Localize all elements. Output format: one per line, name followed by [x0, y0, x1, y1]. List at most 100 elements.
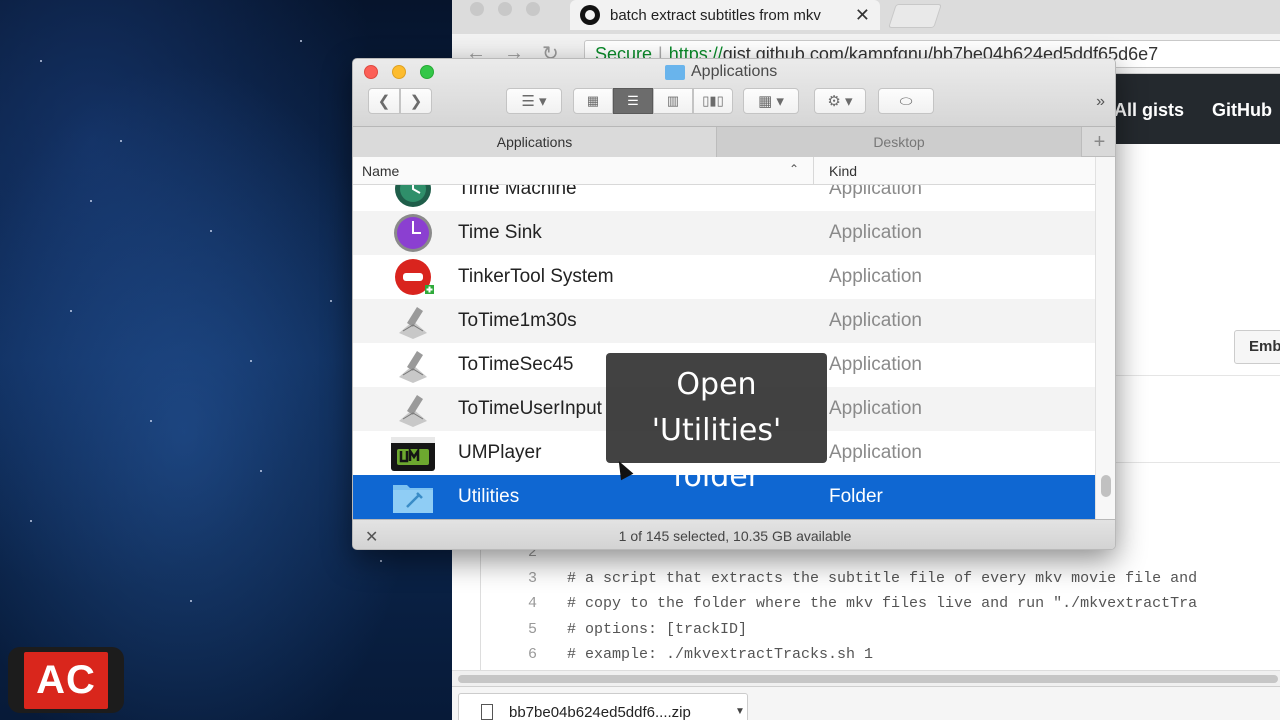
- column-name-header[interactable]: Name: [362, 163, 399, 179]
- all-gists-link[interactable]: All gists: [1114, 100, 1184, 121]
- item-kind: Application: [829, 354, 922, 375]
- chevron-down-icon[interactable]: ▼: [735, 706, 745, 717]
- code-text: # example: ./mkvextractTracks.sh 1: [567, 646, 874, 663]
- line-number: 3: [527, 570, 537, 587]
- list-item[interactable]: Time Machine Application: [353, 185, 1095, 211]
- time-machine-icon: [395, 185, 431, 207]
- automator-app-icon: [399, 307, 427, 339]
- list-item[interactable]: Time Sink Application: [353, 211, 1095, 255]
- finder-titlebar: Applications ❮ ❯ ☰ ▾ ▦ ☰ ▥ ▯▮▯ ▦ ▾ ⚙ ▾ ⬭…: [353, 59, 1115, 127]
- caption-line-2: 'Utilities' folder: [651, 413, 782, 494]
- group-button[interactable]: ▦ ▾: [743, 88, 799, 114]
- caption-line-1: Open: [676, 367, 757, 402]
- chevron-right-icon: ❯: [409, 93, 423, 110]
- embed-button[interactable]: Emb: [1234, 330, 1280, 364]
- arrange-button[interactable]: ☰ ▾: [506, 88, 562, 114]
- caption-overlay: Open 'Utilities' folder: [606, 353, 827, 494]
- scrollbar-thumb[interactable]: [1101, 475, 1111, 497]
- list-column-header: Name ⌃ Kind: [353, 157, 1095, 185]
- zoom-button[interactable]: [420, 65, 434, 79]
- line-number: 6: [527, 646, 537, 663]
- tab-close-icon[interactable]: ✕: [855, 5, 870, 26]
- column-view-button[interactable]: ▥: [653, 88, 693, 114]
- gist-divider: [1112, 375, 1280, 376]
- vertical-scrollbar[interactable]: [1095, 157, 1115, 519]
- list-view-button[interactable]: ☰: [613, 88, 653, 114]
- folder-icon: [393, 485, 433, 513]
- list-view-icon: ☰: [627, 93, 639, 108]
- status-bar: ✕ 1 of 145 selected, 10.35 GB available: [353, 519, 1115, 549]
- sort-ascending-icon[interactable]: ⌃: [789, 162, 799, 176]
- tinkertool-icon: [395, 259, 434, 295]
- tab-desktop[interactable]: Desktop: [717, 127, 1081, 157]
- downloads-bar: bb7be04b624ed5ddf6....zip ▼: [452, 686, 1280, 720]
- scrollbar-thumb[interactable]: [458, 675, 1278, 683]
- list-item[interactable]: ToTime1m30s Application: [353, 299, 1095, 343]
- item-name: Utilities: [458, 486, 520, 507]
- forward-button[interactable]: ❯: [400, 88, 432, 114]
- back-button[interactable]: ❮: [368, 88, 400, 114]
- code-line: 4 # copy to the folder where the mkv file…: [481, 595, 1280, 620]
- add-tab-button[interactable]: +: [1081, 127, 1115, 157]
- item-kind: Folder: [829, 486, 883, 507]
- code-text: # options: [trackID]: [567, 621, 748, 638]
- icon-view-button[interactable]: ▦: [573, 88, 613, 114]
- code-line: 3 # a script that extracts the subtitle f…: [481, 570, 1280, 595]
- time-sink-icon: [394, 214, 432, 252]
- toolbar-overflow-icon[interactable]: »: [1096, 93, 1105, 111]
- new-tab-button[interactable]: [888, 4, 942, 28]
- icon-view-icon: ▦: [586, 93, 600, 108]
- automator-app-icon: [399, 351, 427, 383]
- list-item[interactable]: TinkerTool System Application: [353, 255, 1095, 299]
- gist-divider: [1112, 462, 1280, 463]
- tag-icon: ⬭: [899, 92, 913, 110]
- finder-tabbar: Applications Desktop +: [353, 127, 1115, 157]
- column-view-icon: ▥: [666, 93, 680, 108]
- status-text: 1 of 145 selected, 10.35 GB available: [618, 527, 852, 544]
- automator-app-icon: [399, 395, 427, 427]
- action-button[interactable]: ⚙ ▾: [814, 88, 866, 114]
- item-kind: Application: [829, 310, 922, 331]
- item-kind: Application: [829, 442, 922, 463]
- code-line: 5 # options: [trackID]: [481, 621, 1280, 646]
- coverflow-view-button[interactable]: ▯▮▯: [693, 88, 733, 114]
- item-name: Time Machine: [458, 185, 577, 199]
- arrange-icon: ☰ ▾: [521, 93, 547, 110]
- group-icon: ▦ ▾: [758, 93, 784, 110]
- coverflow-icon: ▯▮▯: [702, 93, 724, 108]
- line-number: 4: [527, 595, 537, 612]
- item-name: UMPlayer: [458, 442, 542, 463]
- column-divider[interactable]: [813, 157, 814, 185]
- close-button[interactable]: [364, 65, 378, 79]
- window-title: Applications: [665, 63, 777, 81]
- browser-zoom-dot[interactable]: [526, 2, 540, 16]
- browser-close-dot[interactable]: [470, 2, 484, 16]
- sidebar-toggle-icon[interactable]: ✕: [365, 527, 378, 547]
- item-kind: Application: [829, 185, 922, 199]
- download-filename: bb7be04b624ed5ddf6....zip: [509, 704, 691, 720]
- column-kind-header[interactable]: Kind: [829, 163, 857, 179]
- umplayer-icon: [391, 437, 435, 471]
- ac-logo: AC: [8, 647, 124, 713]
- code-text: # copy to the folder where the mkv files…: [567, 595, 1198, 612]
- browser-tab[interactable]: batch extract subtitles from mkv ✕: [570, 0, 880, 30]
- minimize-button[interactable]: [392, 65, 406, 79]
- file-icon: [481, 704, 493, 720]
- browser-tab-title: batch extract subtitles from mkv: [610, 6, 821, 24]
- chevron-left-icon: ❮: [377, 93, 391, 110]
- item-name: ToTime1m30s: [458, 310, 577, 331]
- browser-minimize-dot[interactable]: [498, 2, 512, 16]
- github-link[interactable]: GitHub: [1212, 100, 1272, 121]
- ac-logo-text: AC: [24, 651, 108, 709]
- code-text: # a script that extracts the subtitle fi…: [567, 570, 1198, 587]
- line-number: 5: [527, 621, 537, 638]
- browser-tabbar: batch extract subtitles from mkv ✕: [452, 0, 1280, 34]
- tab-applications[interactable]: Applications: [353, 127, 717, 157]
- window-title-text: Applications: [691, 63, 778, 80]
- download-item[interactable]: bb7be04b624ed5ddf6....zip ▼: [458, 693, 748, 720]
- item-name: Time Sink: [458, 222, 542, 243]
- github-icon: [580, 5, 600, 25]
- horizontal-scrollbar[interactable]: [452, 670, 1280, 686]
- item-name: ToTimeSec45: [458, 354, 574, 375]
- tags-button[interactable]: ⬭: [878, 88, 934, 114]
